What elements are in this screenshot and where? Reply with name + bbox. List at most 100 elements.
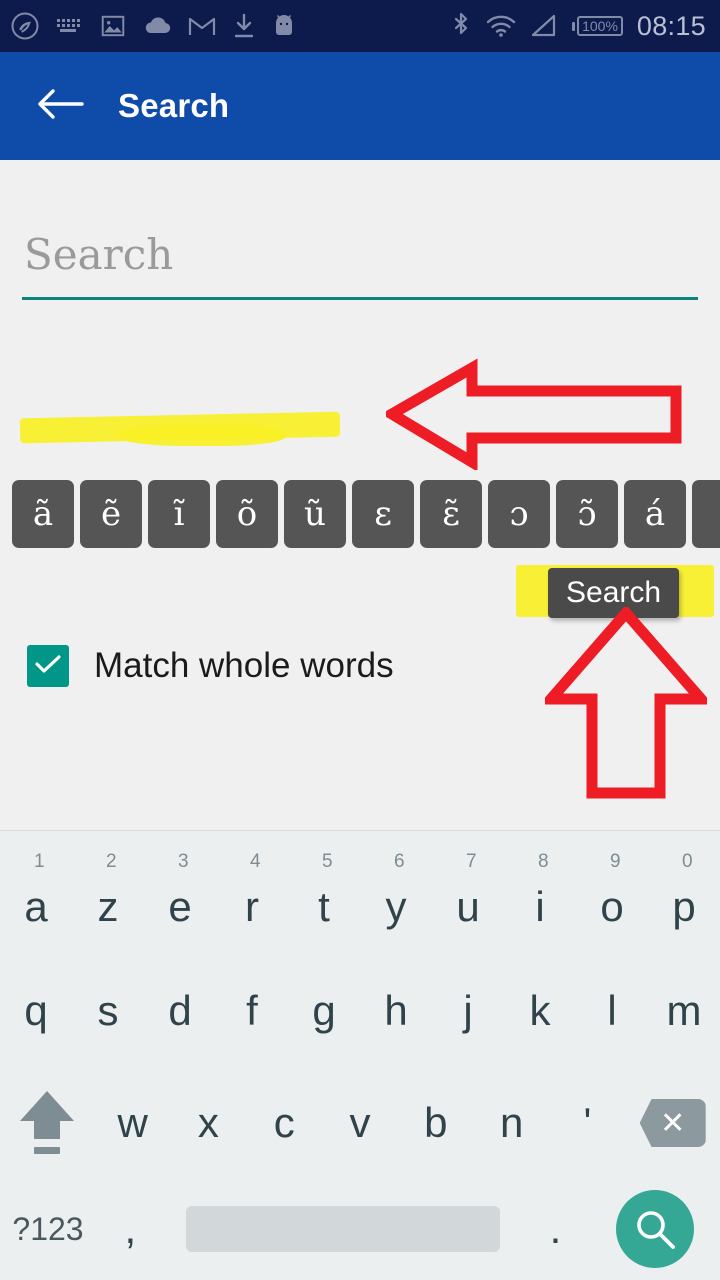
special-key[interactable]: ɛ̃	[420, 480, 482, 548]
period-key[interactable]: .	[521, 1179, 590, 1279]
key-o[interactable]: 9o	[576, 843, 648, 955]
key-number-label: 7	[466, 851, 477, 872]
key-letter-label: u	[456, 883, 480, 930]
key-letter-label: o	[600, 883, 624, 930]
image-icon	[100, 13, 126, 39]
special-key[interactable]: ɔ̃	[556, 480, 618, 548]
key-a[interactable]: 1a	[0, 843, 72, 955]
status-bar-system-icons: 100% 08:15	[450, 11, 706, 42]
key-w[interactable]: w	[95, 1067, 171, 1179]
status-bar: 100% 08:15	[0, 0, 720, 52]
backspace-icon: ✕	[639, 1099, 706, 1147]
match-whole-words-checkbox[interactable]	[27, 645, 69, 687]
space-bar-surface	[185, 1206, 500, 1252]
cloud-icon	[142, 15, 172, 37]
phone-screen: 100% 08:15 Search Search ã ẽ ĩ õ ũ ɛ ɛ̃ …	[0, 0, 720, 1280]
special-key[interactable]: ĩ	[148, 480, 210, 548]
key-i[interactable]: 8i	[504, 843, 576, 955]
key-number-label: 5	[322, 851, 333, 872]
match-whole-words-row[interactable]: Match whole words	[27, 645, 394, 687]
key-u[interactable]: 7u	[432, 843, 504, 955]
special-key[interactable]: ũ	[284, 480, 346, 548]
key-letter-label: e	[168, 883, 192, 930]
key-q[interactable]: q	[0, 955, 72, 1067]
key-e[interactable]: 3e	[144, 843, 216, 955]
key-letter-label: y	[385, 883, 407, 930]
key-c[interactable]: c	[246, 1067, 322, 1179]
key-r[interactable]: 4r	[216, 843, 288, 955]
special-key[interactable]: ɛ	[352, 480, 414, 548]
key-number-label: 3	[178, 851, 189, 872]
key-number-label: 8	[538, 851, 549, 872]
key-v[interactable]: v	[322, 1067, 398, 1179]
key-f[interactable]: f	[216, 955, 288, 1067]
keyboard-row-1: 1a 2z 3e 4r 5t 6y 7u 8i 9o 0p	[0, 843, 720, 955]
shift-icon	[16, 1085, 78, 1162]
search-tooltip: Search	[548, 568, 680, 618]
highlight-annotation-search-field-blob	[120, 424, 285, 446]
shazam-icon	[10, 11, 40, 41]
gmail-icon	[188, 14, 216, 38]
key-k[interactable]: k	[504, 955, 576, 1067]
key-d[interactable]: d	[144, 955, 216, 1067]
key-letter-label: t	[318, 883, 330, 930]
battery-icon: 100%	[572, 16, 623, 36]
red-left-arrow-annotation	[381, 358, 682, 475]
key-number-label: 6	[394, 851, 405, 872]
key-h[interactable]: h	[360, 955, 432, 1067]
backspace-key[interactable]: ✕	[625, 1067, 720, 1179]
key-b[interactable]: b	[398, 1067, 474, 1179]
key-z[interactable]: 2z	[72, 843, 144, 955]
key-number-label: 1	[34, 851, 45, 872]
key-number-label: 9	[610, 851, 621, 872]
key-letter-label: p	[672, 883, 696, 930]
keyboard-row-3: w x c v b n ' ✕	[0, 1067, 720, 1179]
red-up-arrow-annotation	[538, 604, 714, 804]
key-number-label: 2	[106, 851, 117, 872]
soft-keyboard: 1a 2z 3e 4r 5t 6y 7u 8i 9o 0p q s d f g …	[0, 830, 720, 1280]
key-n[interactable]: n	[474, 1067, 550, 1179]
special-key[interactable]: á	[624, 480, 686, 548]
key-letter-label: z	[97, 883, 119, 930]
search-input-placeholder[interactable]: Search	[24, 230, 173, 279]
battery-percent-label: 100%	[577, 16, 623, 36]
search-input-underline	[22, 297, 698, 300]
match-whole-words-label: Match whole words	[94, 646, 394, 685]
wifi-icon	[486, 14, 516, 38]
key-g[interactable]: g	[288, 955, 360, 1067]
back-arrow-icon	[36, 87, 84, 126]
check-icon	[33, 652, 63, 681]
android-icon	[272, 13, 296, 39]
special-key[interactable]: ɔ	[488, 480, 550, 548]
key-t[interactable]: 5t	[288, 843, 360, 955]
key-number-label: 4	[250, 851, 261, 872]
key-letter-label: i	[535, 883, 545, 930]
app-bar: Search	[0, 52, 720, 160]
space-key[interactable]	[165, 1179, 522, 1279]
special-key-partial[interactable]	[692, 480, 720, 548]
search-field[interactable]: Search	[22, 222, 698, 300]
key-s[interactable]: s	[72, 955, 144, 1067]
back-button[interactable]	[32, 78, 88, 134]
key-letter-label: r	[245, 883, 259, 930]
symbols-key[interactable]: ?123	[0, 1179, 96, 1279]
keyboard-icon	[56, 16, 84, 36]
key-l[interactable]: l	[576, 955, 648, 1067]
key-x[interactable]: x	[171, 1067, 247, 1179]
key-y[interactable]: 6y	[360, 843, 432, 955]
search-submit-key[interactable]	[590, 1179, 720, 1279]
special-characters-row[interactable]: ã ẽ ĩ õ ũ ɛ ɛ̃ ɔ ɔ̃ á	[12, 480, 720, 548]
key-apostrophe[interactable]: '	[550, 1067, 626, 1179]
key-p[interactable]: 0p	[648, 843, 720, 955]
download-icon	[232, 13, 256, 39]
special-key[interactable]: ã	[12, 480, 74, 548]
special-key[interactable]: õ	[216, 480, 278, 548]
comma-key[interactable]: ,	[96, 1179, 165, 1279]
key-m[interactable]: m	[648, 955, 720, 1067]
shift-key[interactable]	[0, 1067, 95, 1179]
keyboard-row-4: ?123 , .	[0, 1179, 720, 1279]
signal-icon	[530, 13, 558, 39]
key-j[interactable]: j	[432, 955, 504, 1067]
special-key[interactable]: ẽ	[80, 480, 142, 548]
search-icon	[615, 1190, 694, 1268]
